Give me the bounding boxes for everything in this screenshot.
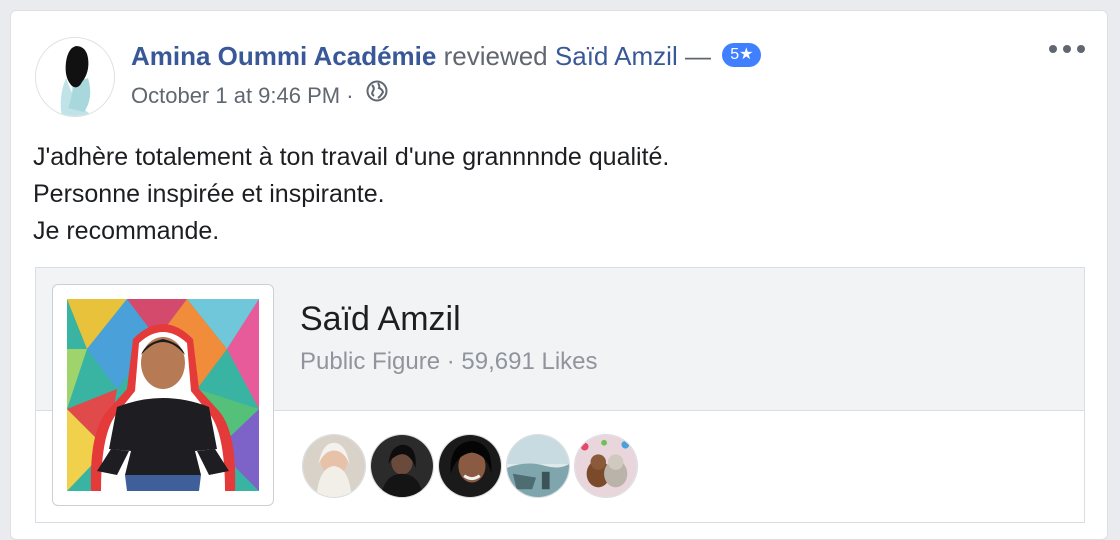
meta-dot: · <box>346 83 354 108</box>
page-category: Public Figure <box>300 348 441 375</box>
rating-badge: 5★ <box>722 43 762 68</box>
page-likes-count: 59,691 Likes <box>461 348 598 375</box>
review-line: Personne inspirée et inspirante. <box>33 180 385 208</box>
page-meta: Public Figure · 59,691 Likes <box>300 348 598 376</box>
review-post: Amina Oummi Académie reviewed Saïd Amzil… <box>10 10 1108 540</box>
globe-icon[interactable] <box>366 80 388 110</box>
author-name-link[interactable]: Amina Oummi Académie <box>131 41 436 71</box>
timestamp-link[interactable]: October 1 at 9:46 PM <box>131 83 340 108</box>
page-card[interactable]: Saïd Amzil Public Figure · 59,691 Likes <box>35 267 1085 523</box>
target-page-link[interactable]: Saïd Amzil <box>555 41 678 71</box>
liker-avatar[interactable] <box>506 434 570 498</box>
author-avatar[interactable] <box>35 37 115 117</box>
post-header: Amina Oummi Académie reviewed Saïd Amzil… <box>131 39 762 73</box>
meta-dot: · <box>446 348 455 375</box>
page-name-link[interactable]: Saïd Amzil <box>300 300 461 339</box>
more-options-icon[interactable] <box>1049 39 1085 59</box>
liker-avatar[interactable] <box>574 434 638 498</box>
review-line: Je recommande. <box>33 217 220 245</box>
page-profile-picture[interactable] <box>52 284 274 506</box>
separator: — <box>684 41 711 71</box>
review-line: J'adhère totalement à ton travail d'une … <box>33 143 670 171</box>
action-text: reviewed <box>443 41 548 71</box>
liker-avatar[interactable] <box>370 434 434 498</box>
review-text: J'adhère totalement à ton travail d'une … <box>33 139 669 250</box>
liker-avatar[interactable] <box>302 434 366 498</box>
post-meta: October 1 at 9:46 PM · <box>131 80 388 112</box>
liker-avatars <box>302 434 642 500</box>
liker-avatar[interactable] <box>438 434 502 498</box>
